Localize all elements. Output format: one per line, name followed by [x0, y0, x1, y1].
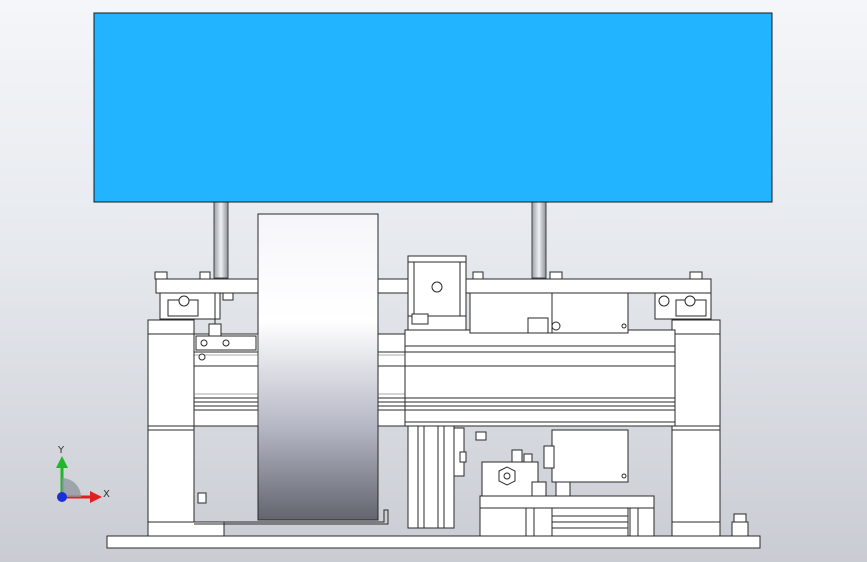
y-axis-label: Y — [57, 445, 65, 456]
x-axis-label: X — [103, 489, 110, 500]
support-column-right — [671, 319, 749, 537]
z-axis-dot — [57, 492, 67, 502]
top-panel — [93, 12, 773, 203]
x-axis-arrowhead — [90, 491, 102, 503]
motor-housing-lower — [543, 429, 629, 483]
guide-rod-left — [213, 201, 229, 279]
y-axis-arrowhead — [56, 456, 68, 468]
clamp-block — [481, 449, 539, 497]
guide-rod-right — [531, 201, 547, 279]
roller-wheel — [257, 213, 379, 521]
base-plate — [106, 535, 761, 549]
assembly-front-view: Y X — [56, 12, 773, 549]
cad-viewport[interactable]: Y X — [0, 0, 867, 562]
carriage-block — [404, 329, 676, 427]
vertical-actuator — [407, 425, 487, 529]
axis-triad[interactable]: Y X — [56, 445, 110, 503]
mounting-bracket — [407, 255, 467, 331]
motor-housing-upper — [469, 292, 629, 334]
